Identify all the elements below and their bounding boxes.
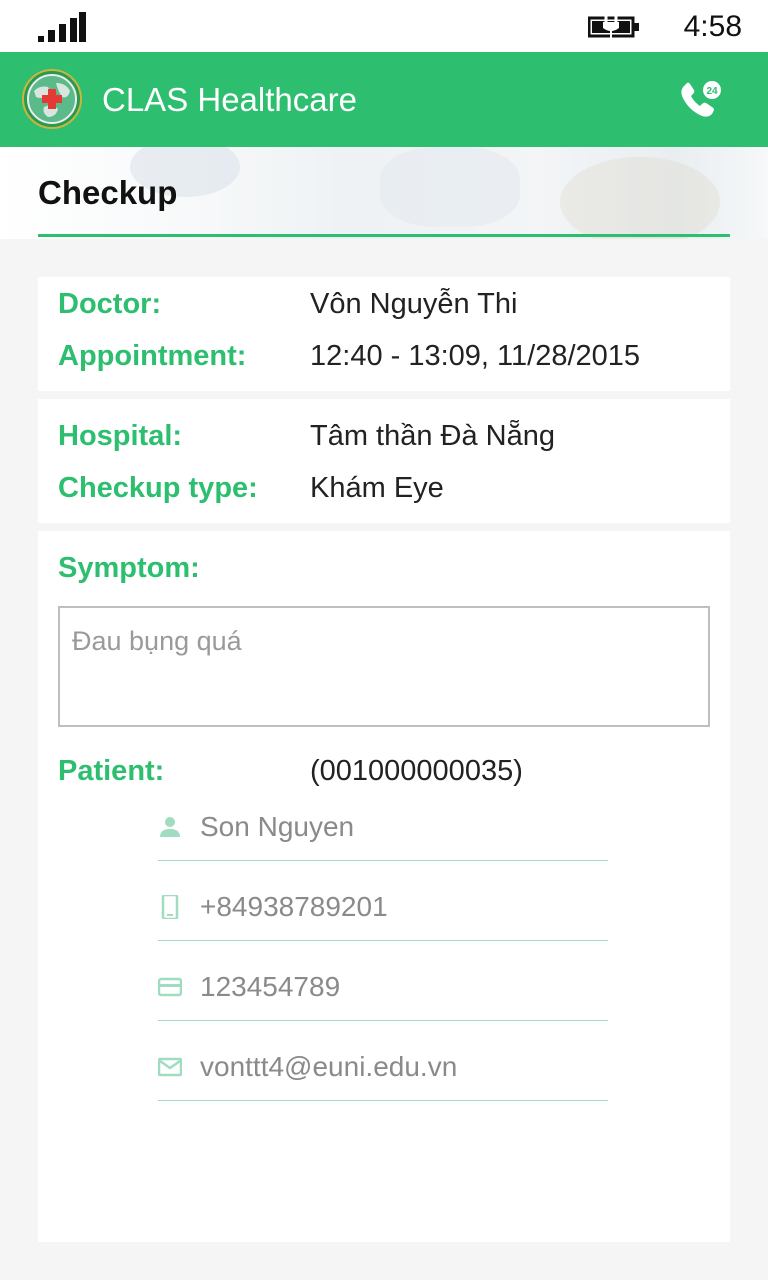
doctor-value: Vôn Nguyễn Thi <box>310 288 518 320</box>
patient-card-field[interactable]: 123454789 <box>158 961 608 1021</box>
banner-photo-shape <box>560 157 720 239</box>
appointment-card: Doctor: Vôn Nguyễn Thi Appointment: 12:4… <box>38 277 730 391</box>
checkup-type-value: Khám Eye <box>310 472 444 504</box>
appointment-label: Appointment: <box>58 340 247 372</box>
patient-label: Patient: <box>58 755 165 787</box>
doctor-label: Doctor: <box>58 288 162 320</box>
patient-id: (001000000035) <box>310 755 523 787</box>
phone-24-hotline-button[interactable]: 24 <box>678 80 724 120</box>
patient-name-field[interactable]: Son Nguyen <box>158 801 608 861</box>
mail-icon <box>158 1057 182 1077</box>
phone-icon <box>161 895 179 919</box>
detail-card: Symptom: Đau bụng quá Patient: (00100000… <box>38 531 730 1242</box>
signal-icon <box>38 12 86 42</box>
page-title: Checkup <box>38 174 178 211</box>
patient-email-field[interactable]: vonttt4@euni.edu.vn <box>158 1041 608 1101</box>
credit-card-icon <box>158 977 182 997</box>
app-title: CLAS Healthcare <box>102 81 357 118</box>
clock: 4:58 <box>683 10 742 43</box>
hospital-value: Tâm thần Đà Nẵng <box>310 420 556 452</box>
hotline-badge: 24 <box>706 86 718 97</box>
checkup-type-label: Checkup type: <box>58 472 258 504</box>
patient-name-value: Son Nguyen <box>200 811 355 842</box>
title-underline <box>38 234 730 237</box>
hospital-label: Hospital: <box>58 420 183 452</box>
battery-charging-icon <box>588 14 639 38</box>
patient-phone-value: +84938789201 <box>200 891 388 922</box>
patient-card-value: 123454789 <box>200 971 341 1002</box>
symptom-label: Symptom: <box>58 552 200 584</box>
symptom-field[interactable]: Đau bụng quá <box>58 606 710 727</box>
status-bar: 4:58 <box>0 0 768 52</box>
banner-photo-shape <box>380 147 520 227</box>
hospital-card: Hospital: Tâm thần Đà Nẵng Checkup type:… <box>38 399 730 523</box>
header-banner: Checkup <box>0 147 768 239</box>
patient-phone-field[interactable]: +84938789201 <box>158 881 608 941</box>
clas-globe-logo-icon <box>22 69 82 129</box>
app-bar: CLAS Healthcare 24 <box>0 52 768 147</box>
appointment-value: 12:40 - 13:09, 11/28/2015 <box>310 340 641 372</box>
person-icon <box>160 817 180 837</box>
patient-email-value: vonttt4@euni.edu.vn <box>200 1051 458 1082</box>
